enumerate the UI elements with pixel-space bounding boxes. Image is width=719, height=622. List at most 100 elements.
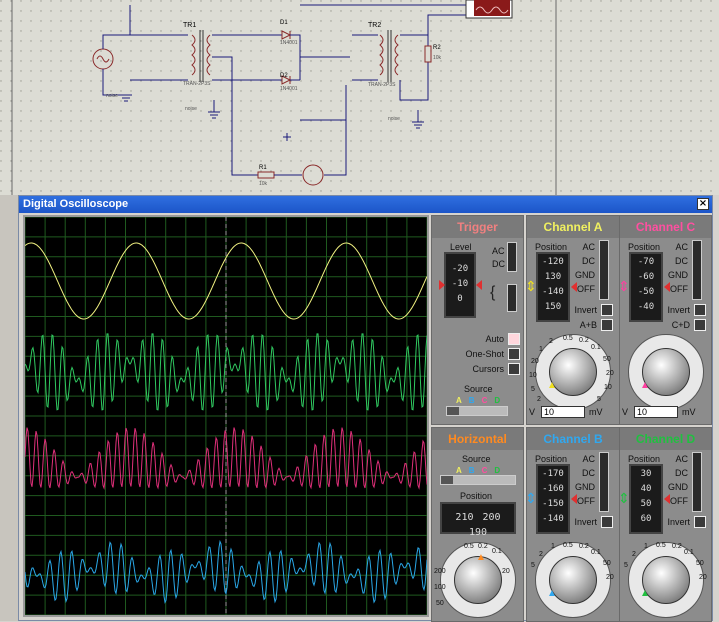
d1-label: D1 — [280, 20, 288, 26]
horizontal-position-label: Position — [460, 491, 493, 501]
cursors-button[interactable] — [508, 363, 520, 375]
channel-a-tick-4: 150 — [544, 302, 562, 312]
horizontal-position-display[interactable]: 210 200 190 — [440, 502, 516, 538]
channel-a-dial-label-2: 0.2 — [579, 337, 589, 344]
close-button[interactable]: × — [697, 198, 709, 210]
tr1-label: TR1 — [183, 22, 197, 29]
window-title: Digital Oscilloscope — [23, 198, 129, 210]
channel-c-off: OFF — [670, 284, 688, 294]
level-tick-3: 0 — [457, 294, 463, 304]
channel-b-tick-2: -160 — [542, 484, 564, 494]
channel-b-tick-3: -150 — [542, 499, 564, 509]
level-label: Level — [450, 242, 472, 252]
channel-b-gnd: GND — [575, 482, 595, 492]
horizontal-tick-2: 200 — [482, 512, 501, 523]
one-shot-button[interactable] — [508, 348, 520, 360]
channel-b-dial-label-8: 20 — [606, 574, 614, 581]
channel-d-position-display[interactable]: 30 40 50 60 — [629, 464, 663, 534]
level-marker-left — [439, 280, 445, 290]
channel-d-tick-3: 50 — [640, 499, 652, 509]
trigger-coupling-switch[interactable] — [507, 242, 517, 272]
channel-d-position-label: Position — [628, 454, 661, 464]
channel-c-gnd: GND — [668, 270, 688, 280]
channel-d-dial-label-2: 0.5 — [656, 542, 666, 549]
trigger-source-letters: ABCD — [456, 395, 507, 405]
trigger-source-label: Source — [464, 384, 493, 394]
channel-d-tick-1: 30 — [640, 469, 652, 479]
level-display[interactable]: -20 -10 0 — [444, 252, 476, 318]
d1-type: 1N4001 — [280, 40, 298, 46]
channel-c-tick-1: -70 — [637, 257, 655, 267]
ground-label-3: noise — [388, 116, 400, 122]
channel-b-coupling-slider[interactable] — [599, 452, 609, 512]
horizontal-pointer-icon: ▲ — [476, 552, 486, 563]
channel-b-ac: AC — [582, 454, 595, 464]
channel-c-invert-button[interactable] — [694, 304, 706, 316]
channel-b-invert-label: Invert — [574, 517, 597, 527]
horizontal-source-slider[interactable] — [440, 475, 516, 485]
channel-b-arrows-icon: ⇕ — [526, 490, 537, 506]
window-titlebar[interactable]: Digital Oscilloscope — [19, 196, 712, 213]
channel-a-arrows-icon: ⇕ — [526, 278, 537, 294]
ground-label-2: noise — [185, 106, 197, 112]
channel-c-unit-mv: mV — [682, 407, 696, 417]
channel-b-title: Channel B — [527, 428, 619, 450]
channel-d-off: OFF — [670, 496, 688, 506]
channel-c-arrows-icon: ⇕ — [619, 278, 630, 294]
horizontal-dial-label-6: 50 — [436, 600, 444, 607]
channel-b-dc: DC — [582, 468, 595, 478]
channel-b-invert-button[interactable] — [601, 516, 613, 528]
channel-d-dial-label-7: 5 — [624, 562, 628, 569]
channel-a-invert-button[interactable] — [601, 304, 613, 316]
channel-a-tick-1: -120 — [542, 257, 564, 267]
channel-a-dial-label-8: 2 — [549, 338, 553, 345]
channel-a-dial-label-10: 20 — [531, 358, 539, 365]
channel-a-dial-label-4: 50 — [603, 356, 611, 363]
channel-a-gnd: GND — [575, 270, 595, 280]
trigger-edge-switch[interactable] — [507, 284, 517, 312]
channel-b-dial-label-1: 1 — [551, 543, 555, 550]
channel-a-coupling-slider[interactable] — [599, 240, 609, 300]
horizontal-dial-label-1: 0.5 — [464, 543, 474, 550]
horizontal-source-thumb[interactable] — [441, 476, 453, 484]
trigger-source-b: B — [468, 396, 475, 405]
channel-d-dial-label-1: 1 — [644, 543, 648, 550]
level-tick-1: -20 — [451, 264, 469, 274]
d2-type: 1N4001 — [280, 86, 298, 92]
channel-a-sum-button[interactable] — [601, 319, 613, 331]
channel-c-tick-4: -40 — [637, 302, 655, 312]
scope-screen — [23, 215, 429, 617]
horizontal-source-label: Source — [462, 454, 491, 464]
left-scrollbar[interactable] — [0, 195, 18, 621]
horizontal-tick-3: 190 — [468, 527, 488, 538]
channel-d-coupling-slider[interactable] — [692, 452, 702, 512]
horizontal-dial-label-2: 0.2 — [478, 543, 488, 550]
channel-a-dial-label-7: 5 — [597, 396, 601, 403]
level-marker-right — [476, 280, 482, 290]
channel-a-value-field[interactable]: 10 — [541, 406, 585, 418]
horizontal-dial-label-7: 20 — [502, 568, 510, 575]
channel-c-title: Channel C — [620, 216, 711, 238]
channel-a-position-display[interactable]: -120 130 -140 150 — [536, 252, 570, 322]
auto-button[interactable] — [508, 333, 520, 345]
oscilloscope-window: Digital Oscilloscope × Trigger Level -20… — [18, 195, 713, 622]
channel-b-position-display[interactable]: -170 -160 -150 -140 — [536, 464, 570, 534]
schematic-canvas[interactable]: TR1 TRAN-2P3S TR2 TRAN-2P3S D1 1N4001 D2… — [0, 0, 719, 195]
channel-c-coupling-slider[interactable] — [692, 240, 702, 300]
channel-c-position-display[interactable]: -70 -60 -50 -40 — [629, 252, 663, 322]
cursors-label: Cursors — [472, 364, 504, 374]
trigger-source-thumb[interactable] — [447, 407, 459, 415]
channel-b-dial-label-6: 50 — [603, 560, 611, 567]
horizontal-panel: Horizontal Source ABCD Position 210 200 … — [431, 427, 524, 622]
channel-c-sum-button[interactable] — [694, 319, 706, 331]
channel-b-dial-label-7: 5 — [531, 562, 535, 569]
trigger-source-slider[interactable] — [446, 406, 508, 416]
channel-c-value-field[interactable]: 10 — [634, 406, 678, 418]
channel-d-invert-button[interactable] — [694, 516, 706, 528]
horizontal-time-knob[interactable] — [454, 556, 502, 604]
channel-d-panel: Channel D Position 30 40 50 60 ⇕ AC DC G… — [619, 427, 712, 622]
channel-b-position-label: Position — [535, 454, 568, 464]
channel-d-dial-label-8: 20 — [699, 574, 707, 581]
channel-a-dial-label-11: 10 — [529, 372, 537, 379]
channel-b-dial-label-3: 0.2 — [579, 543, 589, 550]
